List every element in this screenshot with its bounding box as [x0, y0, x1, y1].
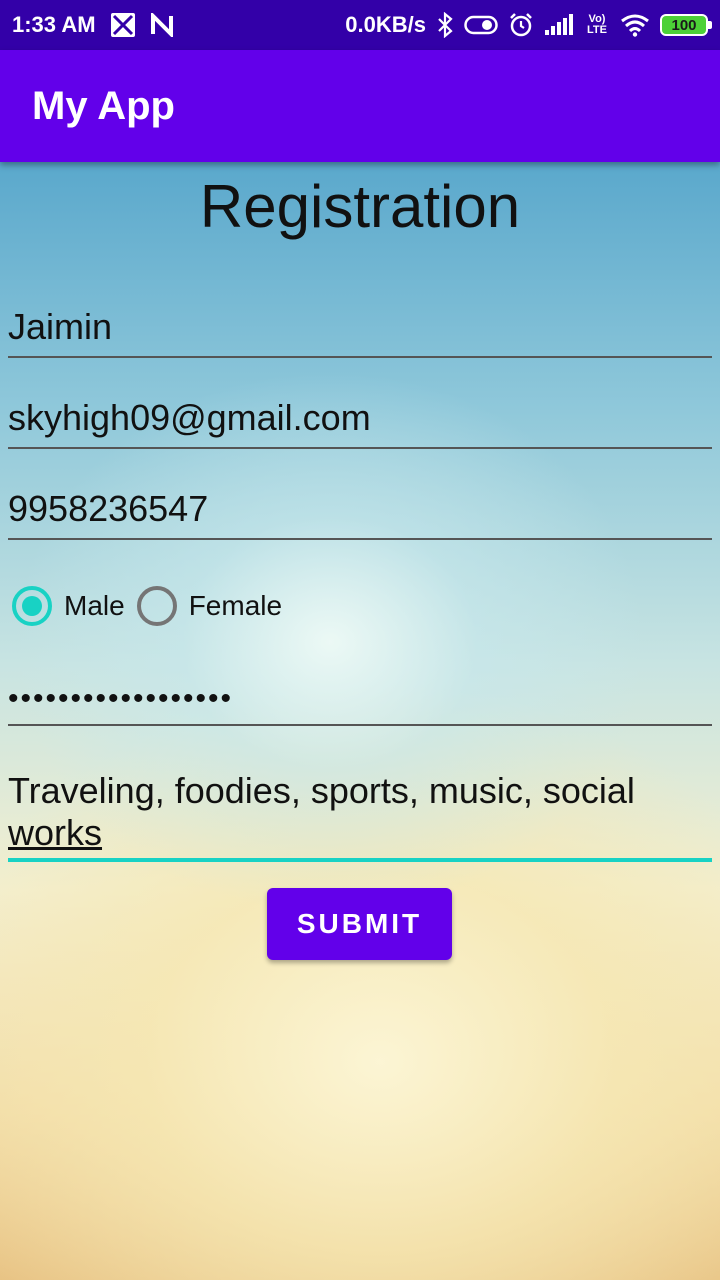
n-notification-icon [150, 13, 174, 37]
password-field[interactable]: •••••••••••••••••• [8, 666, 712, 726]
name-field[interactable]: Jaimin [8, 298, 712, 358]
network-speed: 0.0KB/s [345, 12, 426, 37]
submit-button[interactable]: SUBMIT [267, 888, 452, 960]
interests-line-2: works [8, 812, 103, 853]
phone-field[interactable]: 9958236547 [8, 480, 712, 540]
interests-field[interactable]: Traveling, foodies, sports, music, socia… [8, 768, 712, 862]
signal-icon [544, 14, 574, 36]
email-field-value: skyhigh09@gmail.com [8, 397, 371, 438]
page-title: Registration [199, 173, 521, 240]
radio-female-unchecked-icon[interactable] [136, 586, 177, 626]
mail-notification-icon [110, 12, 136, 38]
radio-male-checked-icon[interactable] [12, 586, 52, 626]
name-field-value: Jaimin [8, 306, 113, 347]
battery-level: 100 [671, 16, 697, 34]
volte-icon: Vo) LTE [587, 13, 607, 36]
alarm-icon [508, 12, 534, 38]
radio-male-label: Male [64, 590, 125, 621]
toggle-icon [464, 14, 498, 36]
radio-male[interactable]: Male [12, 586, 125, 626]
password-field-value: •••••••••••••••••• [8, 682, 234, 715]
app-title: My App [32, 83, 175, 128]
gender-radio-group: Male Female [12, 584, 294, 628]
bluetooth-icon [436, 12, 454, 38]
email-field[interactable]: skyhigh09@gmail.com [8, 389, 712, 449]
interests-line-1: Traveling, foodies, sports, music, socia… [8, 770, 635, 811]
wifi-icon [620, 13, 650, 37]
radio-female-label: Female [188, 590, 283, 621]
status-time: 1:33 AM [12, 12, 96, 37]
battery-icon: 100 [660, 14, 712, 36]
phone-field-value: 9958236547 [8, 488, 209, 529]
registration-form: Registration Jaimin skyhigh09@gmail.com … [0, 162, 720, 1280]
status-bar: 1:33 AM 0.0KB/s Vo) LTE 100 [0, 0, 720, 50]
radio-dot [22, 596, 42, 616]
app-bar: My App [0, 50, 720, 162]
radio-female[interactable]: Female [136, 586, 283, 626]
